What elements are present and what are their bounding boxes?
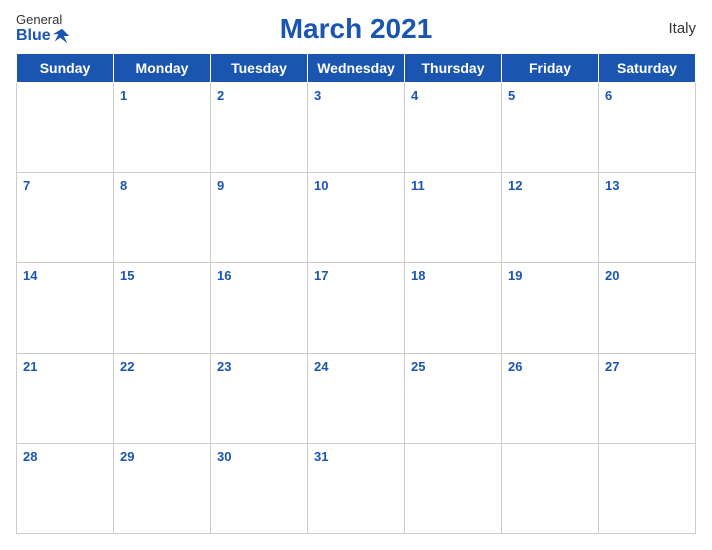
calendar-cell	[599, 443, 696, 533]
day-number: 2	[217, 88, 224, 103]
day-number: 1	[120, 88, 127, 103]
day-number: 4	[411, 88, 418, 103]
calendar-cell: 1	[114, 83, 211, 173]
calendar-cell: 30	[211, 443, 308, 533]
day-header-saturday: Saturday	[599, 54, 696, 83]
day-header-monday: Monday	[114, 54, 211, 83]
day-number: 18	[411, 268, 425, 283]
calendar-cell: 6	[599, 83, 696, 173]
calendar-table: SundayMondayTuesdayWednesdayThursdayFrid…	[16, 53, 696, 534]
day-header-wednesday: Wednesday	[308, 54, 405, 83]
country-label: Italy	[606, 20, 696, 37]
calendar-week-row: 28 29 30 31	[17, 443, 696, 533]
calendar-cell: 20	[599, 263, 696, 353]
calendar-cell: 21	[17, 353, 114, 443]
calendar-cell: 31	[308, 443, 405, 533]
day-number: 7	[23, 178, 30, 193]
day-number: 25	[411, 359, 425, 374]
day-number: 16	[217, 268, 231, 283]
day-number: 3	[314, 88, 321, 103]
calendar-cell: 15	[114, 263, 211, 353]
day-number: 11	[411, 178, 425, 193]
day-number: 23	[217, 359, 231, 374]
calendar-cell: 3	[308, 83, 405, 173]
day-number: 5	[508, 88, 515, 103]
calendar-cell: 22	[114, 353, 211, 443]
calendar-cell: 24	[308, 353, 405, 443]
day-number: 9	[217, 178, 224, 193]
calendar-cell: 17	[308, 263, 405, 353]
calendar-cell: 23	[211, 353, 308, 443]
calendar-week-row: 1 2 3 4 5 6	[17, 83, 696, 173]
calendar-cell	[502, 443, 599, 533]
calendar-cell: 25	[405, 353, 502, 443]
calendar-cell: 8	[114, 173, 211, 263]
calendar-week-row: 14 15 16 17 18 19 20	[17, 263, 696, 353]
day-number: 12	[508, 178, 522, 193]
calendar-cell: 4	[405, 83, 502, 173]
day-number: 29	[120, 449, 134, 464]
calendar-cell: 26	[502, 353, 599, 443]
day-number: 8	[120, 178, 127, 193]
calendar-cell: 12	[502, 173, 599, 263]
calendar-cell	[17, 83, 114, 173]
day-number: 21	[23, 359, 37, 374]
day-number: 26	[508, 359, 522, 374]
calendar-cell: 18	[405, 263, 502, 353]
calendar-cell: 27	[599, 353, 696, 443]
calendar-cell: 10	[308, 173, 405, 263]
page-title: March 2021	[280, 13, 433, 45]
calendar-cell: 2	[211, 83, 308, 173]
day-number: 30	[217, 449, 231, 464]
day-number: 22	[120, 359, 134, 374]
day-number: 15	[120, 268, 134, 283]
day-number: 20	[605, 268, 619, 283]
day-number: 19	[508, 268, 522, 283]
calendar-cell: 16	[211, 263, 308, 353]
calendar-cell: 28	[17, 443, 114, 533]
day-number: 24	[314, 359, 328, 374]
logo-bird-icon	[53, 27, 71, 45]
calendar-cell: 11	[405, 173, 502, 263]
calendar-header-row: SundayMondayTuesdayWednesdayThursdayFrid…	[17, 54, 696, 83]
calendar-cell: 13	[599, 173, 696, 263]
calendar-cell: 7	[17, 173, 114, 263]
calendar-week-row: 7 8 9 10 11 12 13	[17, 173, 696, 263]
day-number: 27	[605, 359, 619, 374]
day-header-thursday: Thursday	[405, 54, 502, 83]
calendar-cell: 19	[502, 263, 599, 353]
logo: General Blue	[16, 12, 106, 45]
day-header-sunday: Sunday	[17, 54, 114, 83]
day-header-friday: Friday	[502, 54, 599, 83]
day-number: 17	[314, 268, 328, 283]
calendar-cell: 5	[502, 83, 599, 173]
logo-general-text: General	[16, 12, 62, 27]
day-number: 14	[23, 268, 37, 283]
day-number: 31	[314, 449, 328, 464]
day-header-tuesday: Tuesday	[211, 54, 308, 83]
logo-blue-text: Blue	[16, 27, 71, 45]
day-number: 6	[605, 88, 612, 103]
day-number: 10	[314, 178, 328, 193]
calendar-cell: 14	[17, 263, 114, 353]
calendar-week-row: 21 22 23 24 25 26 27	[17, 353, 696, 443]
day-number: 13	[605, 178, 619, 193]
calendar-cell: 9	[211, 173, 308, 263]
calendar-cell: 29	[114, 443, 211, 533]
day-number: 28	[23, 449, 37, 464]
calendar-cell	[405, 443, 502, 533]
page-header: General Blue March 2021 Italy	[16, 12, 696, 45]
